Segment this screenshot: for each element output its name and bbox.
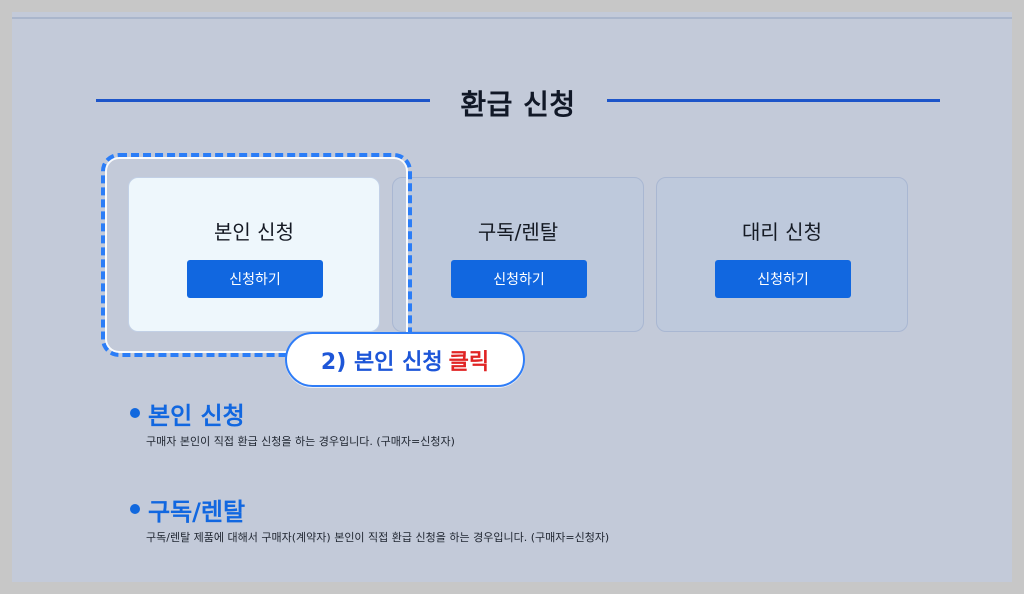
- card-subscription-rental[interactable]: 구독/렌탈 신청하기: [392, 177, 644, 332]
- callout-action-text: 클릭: [448, 349, 490, 375]
- card-title-proxy-apply: 대리 신청: [742, 220, 822, 244]
- apply-button-subscription[interactable]: 신청하기: [451, 260, 587, 298]
- step-callout: 2) 본인 신청 클릭: [285, 332, 525, 387]
- apply-button-proxy[interactable]: 신청하기: [715, 260, 851, 298]
- dot-bullet-icon: [130, 504, 140, 514]
- info-desc-self-apply: 구매자 본인이 직접 환급 신청을 하는 경우입니다. (구매자=신청자): [146, 435, 455, 448]
- card-proxy-apply[interactable]: 대리 신청 신청하기: [656, 177, 908, 332]
- callout-step-text: 2) 본인 신청: [320, 349, 443, 375]
- info-self-apply: 본인 신청 구매자 본인이 직접 환급 신청을 하는 경우입니다. (구매자=신…: [130, 396, 890, 449]
- info-self-apply-header: 본인 신청: [130, 396, 890, 430]
- section-title: 환급 신청: [460, 88, 576, 121]
- screenshot-frame: 환급 신청 본인 신청 신청하기 구독/렌탈 신청하기 대리 신청 신청하기 2…: [12, 12, 1012, 582]
- top-divider-line: [12, 17, 1012, 19]
- info-desc-subscription-rental: 구독/렌탈 제품에 대해서 구매자(계약자) 본인이 직접 환급 신청을 하는 …: [146, 531, 610, 544]
- info-subscription-rental-header: 구독/렌탈: [130, 492, 890, 526]
- info-subscription-rental: 구독/렌탈 구독/렌탈 제품에 대해서 구매자(계약자) 본인이 직접 환급 신…: [130, 492, 890, 545]
- section-header: 환급 신청: [96, 78, 940, 121]
- self-apply-highlight-box: [101, 153, 412, 357]
- dot-bullet-icon: [130, 408, 140, 418]
- title-right-line: [607, 99, 940, 102]
- info-title-subscription-rental: 구독/렌탈: [148, 498, 246, 526]
- info-title-self-apply: 본인 신청: [148, 402, 245, 430]
- card-title-subscription-rental: 구독/렌탈: [477, 220, 559, 244]
